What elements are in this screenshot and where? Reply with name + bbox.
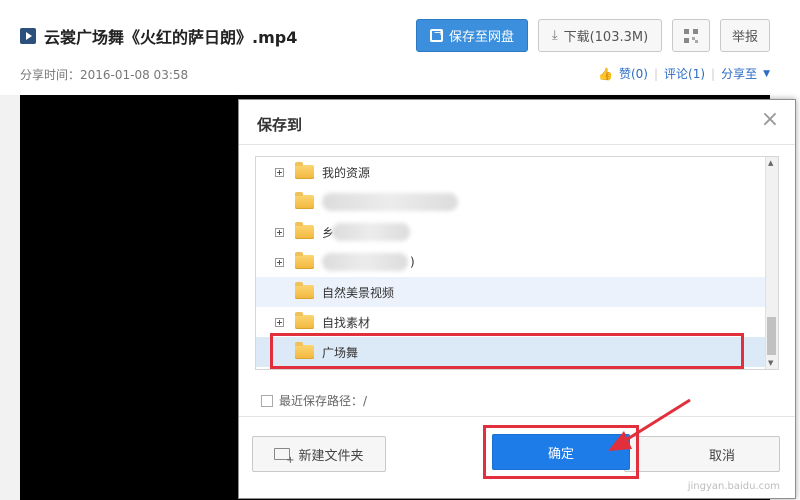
like-link[interactable]: 赞(0) [619,65,648,82]
tree-row-blurred-3[interactable]: ) [256,247,766,277]
tree-row-nature-videos[interactable]: 自然美景视频 [256,277,766,307]
scroll-up-icon[interactable]: ▲ [768,159,773,167]
new-folder-button[interactable]: 新建文件夹 [252,436,386,472]
separator: | [711,66,716,81]
tree-row-label: 广场舞 [322,345,359,360]
blurred-label [322,193,458,211]
expand-icon[interactable] [275,257,284,267]
folder-tree[interactable]: 我的资源 乡 ) 自然美景视频 自找素材 广场舞 ▲ ▼ [255,156,779,370]
confirm-button[interactable]: 确定 [492,434,630,470]
tree-row-my-resources[interactable]: 我的资源 [256,157,766,187]
share-link[interactable]: 分享至 [721,65,757,82]
download-icon: ⤓ [551,28,558,43]
report-label: 举报 [731,30,758,45]
scroll-down-icon[interactable]: ▼ [768,359,773,367]
tree-row-label: ) [410,255,415,269]
confirm-label: 确定 [547,446,574,462]
folder-icon [295,192,314,209]
expand-icon[interactable] [275,167,284,177]
watermark: jingyan.baidu.com [687,481,780,492]
new-folder-icon [274,448,294,466]
thumbs-up-icon: 👍 [598,66,613,81]
cancel-label: 取消 [708,448,735,464]
blurred-label [332,223,410,241]
share-time: 分享时间：2016-01-08 03:58 [20,68,189,82]
new-folder-label: 新建文件夹 [298,448,364,464]
tree-row-blurred-1[interactable] [256,187,766,217]
page-title: 云裳广场舞《火红的萨日朗》.mp4 [44,28,298,47]
folder-icon [295,162,314,179]
save-to-cloud-label: 保存至网盘 [448,30,514,45]
folder-icon [295,342,314,359]
tree-row-label: 自找素材 [322,315,371,330]
folder-icon [295,252,314,269]
divider [239,144,795,145]
scroll-thumb[interactable] [767,317,776,355]
report-button[interactable]: 举报 [720,19,770,52]
recent-path-checkbox[interactable] [261,394,273,407]
chevron-down-icon: ▼ [763,68,770,79]
expand-icon[interactable] [275,227,284,237]
save-to-cloud-button[interactable]: 保存至网盘 [416,19,528,52]
tree-row-found-material[interactable]: 自找素材 [256,307,766,337]
download-button[interactable]: ⤓ 下载(103.3M) [538,19,662,52]
tree-row-square-dance[interactable]: 广场舞 [256,337,766,367]
recent-path: 最近保存路径：/ [261,392,367,409]
dialog-title: 保存到 [257,116,303,134]
expand-icon[interactable] [275,317,284,327]
blurred-label [322,253,408,271]
folder-icon [295,312,314,329]
qr-code-icon [684,28,698,43]
video-file-icon [20,28,36,44]
folder-icon [295,282,314,299]
tree-row-label: 我的资源 [322,165,371,180]
social-actions: 👍 赞(0) | 评论(1) | 分享至 ▼ [598,65,770,82]
tree-row-blurred-2[interactable]: 乡 [256,217,766,247]
comment-link[interactable]: 评论(1) [664,65,705,82]
separator: | [653,66,659,81]
left-edge-panel [0,95,21,500]
download-label: 下载(103.3M) [563,30,649,45]
tree-scrollbar[interactable]: ▲ ▼ [765,157,778,369]
cancel-button[interactable]: 取消 [624,436,780,472]
tree-row-label: 自然美景视频 [322,285,395,300]
qr-code-button[interactable] [672,19,710,52]
save-icon [429,26,443,42]
close-icon[interactable]: × [759,109,781,131]
recent-path-label: 最近保存路径：/ [279,394,368,408]
divider [239,416,795,417]
folder-icon [295,222,314,239]
